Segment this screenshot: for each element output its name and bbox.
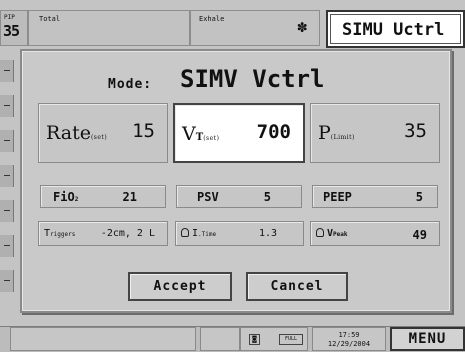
pip-panel: PIP 35 (0, 10, 28, 46)
psv-label: PSV (197, 190, 219, 204)
fio2-label: FiO2 (53, 190, 79, 204)
left-tab[interactable] (0, 270, 14, 292)
triggers-value: -2cm, 2 L (100, 228, 155, 239)
exhale-label: Exhale (199, 15, 225, 23)
itime-value: 1.3 (258, 228, 277, 239)
lock-icon (316, 228, 324, 237)
vpeak-setting[interactable]: VPeak 49 (310, 221, 440, 246)
left-tab[interactable] (0, 235, 14, 257)
status-icons: ◙ FULL (240, 327, 308, 351)
cancel-button[interactable]: Cancel (246, 272, 348, 301)
mode-line: Mode: SIMV Vctrl (108, 65, 408, 99)
rate-setting[interactable]: Rate(set) 15 (38, 103, 168, 163)
pressure-limit-setting[interactable]: P(Limit) 35 (310, 103, 440, 163)
peep-label: PEEP (323, 190, 352, 204)
plimit-sub: (Limit) (330, 134, 355, 141)
battery-label: FULL (284, 336, 298, 342)
fan-icon: ✽ (297, 17, 307, 36)
pip-value: 35 (3, 22, 20, 40)
vt-sub: (set) (203, 135, 220, 142)
mode-display[interactable]: SIMU Uctrl (326, 10, 465, 48)
total-label: Total (39, 15, 61, 23)
psv-setting[interactable]: PSV 5 (176, 185, 302, 208)
total-panel: Total (28, 10, 190, 46)
pip-label: PIP (4, 14, 15, 21)
plimit-label: P(Limit) (318, 122, 355, 144)
mode-value: SIMV Vctrl (180, 65, 325, 93)
clock-time: 17:59 (338, 331, 360, 339)
triggers-label: Triggers (44, 228, 76, 239)
mode-label: Mode: (108, 77, 153, 92)
menu-button[interactable]: MENU (390, 327, 465, 351)
battery-icon: FULL (279, 334, 303, 345)
left-tab[interactable] (0, 200, 14, 222)
vt-label: VT(set) (182, 123, 220, 145)
fio2-value: 21 (122, 190, 137, 204)
exhale-panel: Exhale ✽ (190, 10, 320, 46)
left-tab[interactable] (0, 60, 14, 82)
clock: 17:59 12/29/2004 (312, 327, 386, 351)
clock-date: 12/29/2004 (327, 340, 371, 348)
accept-button[interactable]: Accept (128, 272, 232, 301)
status-cell (200, 327, 240, 351)
rate-value: 15 (132, 120, 155, 142)
mode-display-text: SIMU Uctrl (342, 20, 445, 40)
rate-sub: (set) (90, 134, 108, 141)
mode-settings-dialog: Mode: SIMV Vctrl Rate(set) 15 VT(set) 70… (20, 49, 452, 313)
tidal-volume-setting[interactable]: VT(set) 700 (173, 103, 305, 163)
itime-setting[interactable]: I.Time 1.3 (175, 221, 304, 246)
lock-icon (181, 228, 189, 237)
vpeak-label: VPeak (316, 228, 347, 239)
plimit-value: 35 (404, 120, 427, 142)
vt-value: 700 (256, 121, 291, 143)
left-tab[interactable] (0, 95, 14, 117)
left-tab[interactable] (0, 130, 14, 152)
screen-lock-icon[interactable]: ◙ (249, 334, 260, 345)
fio2-setting[interactable]: FiO2 21 (40, 185, 166, 208)
ventilator-screen: PIP 35 Total Exhale ✽ SIMU Uctrl ◙ FULL … (0, 0, 465, 352)
triggers-setting[interactable]: Triggers -2cm, 2 L (38, 221, 168, 246)
left-tab[interactable] (0, 165, 14, 187)
itime-label: I.Time (181, 228, 216, 239)
peep-setting[interactable]: PEEP 5 (312, 185, 438, 208)
vpeak-value: 49 (412, 228, 427, 242)
status-cell (10, 327, 196, 351)
psv-value: 5 (263, 190, 271, 204)
peep-value: 5 (415, 190, 423, 204)
rate-label: Rate(set) (46, 122, 108, 144)
